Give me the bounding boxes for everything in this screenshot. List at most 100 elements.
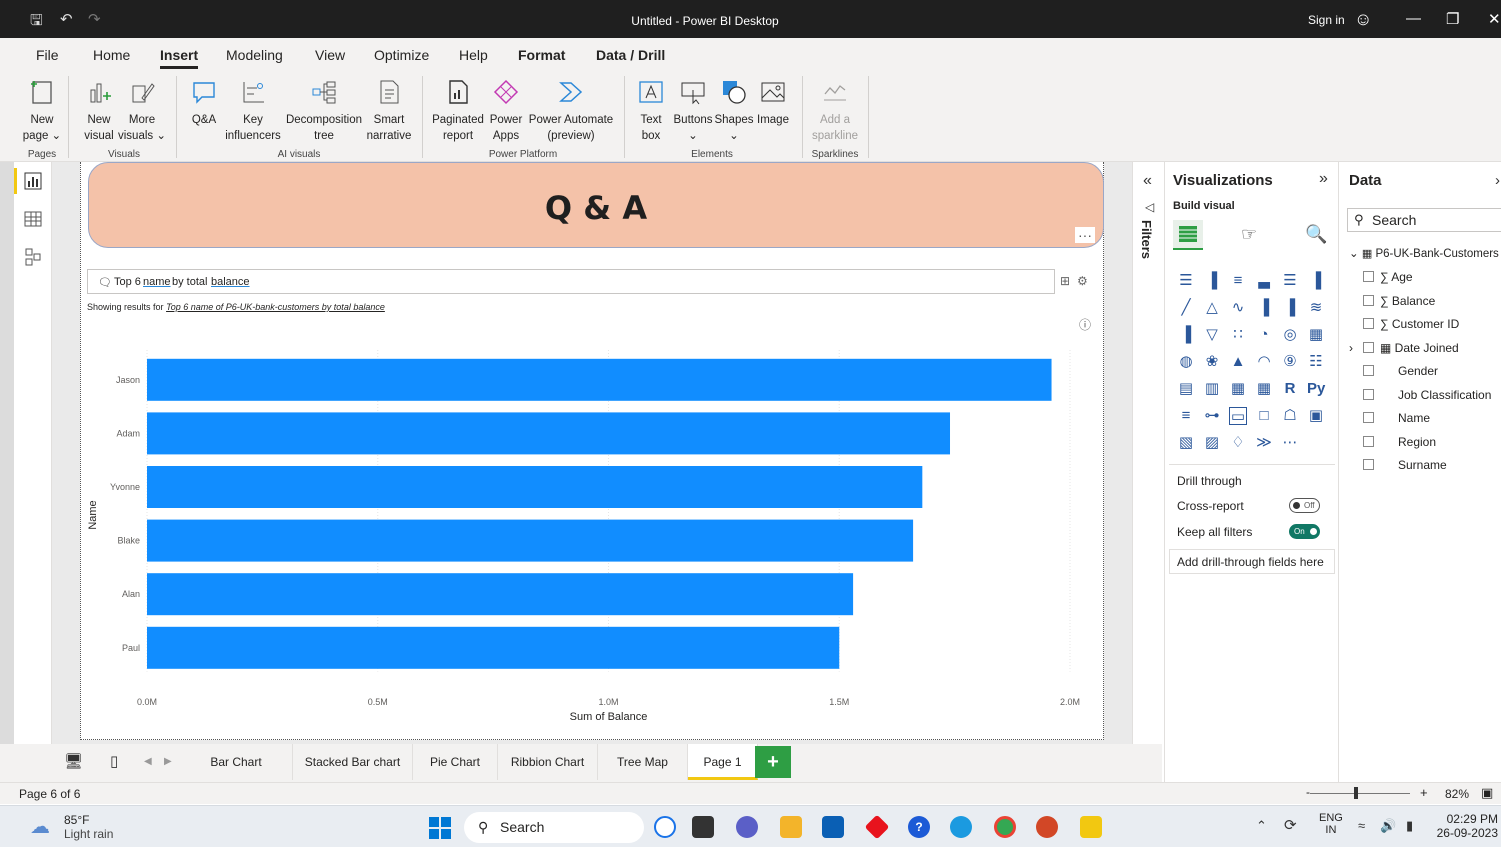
visual-type-icon[interactable]: ▦ [1307,326,1325,344]
visual-type-icon[interactable]: ▨ [1203,434,1221,452]
chrome-icon[interactable] [994,816,1016,838]
cross-report-toggle[interactable]: Off [1289,498,1320,513]
battery-icon[interactable]: ▮ [1406,818,1413,834]
visual-type-icon[interactable]: ♢ [1229,434,1247,452]
menu-home[interactable]: Home [93,47,130,63]
more-visuals-button[interactable]: More visuals ⌄ [118,78,166,144]
bar[interactable] [147,466,923,508]
minimize-icon[interactable]: — [1406,10,1421,27]
page-tab[interactable]: Pie Chart [413,744,498,780]
page-tab[interactable]: Bar Chart [180,744,293,780]
wifi-icon[interactable]: ≈ [1358,818,1365,833]
prev-page-icon[interactable]: ◀ [144,756,152,767]
field-checkbox[interactable] [1363,412,1374,423]
field-item[interactable]: › ▦ Date Joined [1349,341,1459,355]
visual-type-icon[interactable]: □ [1255,407,1273,425]
task-view-icon[interactable] [692,816,714,838]
title-banner[interactable]: Q & A ··· [88,162,1104,248]
visual-type-icon[interactable]: ≡ [1229,272,1247,290]
page-tab[interactable]: Ribbion Chart [498,744,598,780]
visual-type-icon[interactable]: ⑨ [1281,353,1299,371]
taskbar-search[interactable]: ⚲ Search [464,812,644,843]
zoom-in-icon[interactable]: + [1420,785,1428,800]
bar-chart[interactable]: 0.0M 0.5M 1.0M 1.5M 2.0M Jason Adam Yvonne Blake… [84,330,1098,730]
visual-type-icon[interactable]: ∿ [1229,299,1247,317]
visual-type-icon[interactable]: ▦ [1255,380,1273,398]
field-item[interactable]: Surname [1363,458,1447,472]
visual-type-icon[interactable]: ⊶ [1203,407,1221,425]
visual-type-icon[interactable]: ☷ [1307,353,1325,371]
format-visual-icon[interactable]: ☞ [1241,224,1257,245]
store-icon[interactable] [822,816,844,838]
clock[interactable]: 02:29 PM 26-09-2023 [1434,812,1498,840]
visual-type-icon[interactable]: ▐ [1281,299,1299,317]
language-indicator[interactable]: ENG IN [1319,812,1343,836]
visual-type-icon[interactable]: ▐ [1177,326,1195,344]
bar[interactable] [147,626,840,669]
field-checkbox[interactable] [1363,459,1374,470]
add-sparkline-button[interactable]: Add a sparkline [808,78,862,144]
field-checkbox[interactable] [1363,341,1374,353]
menu-data-drill[interactable]: Data / Drill [596,47,665,63]
field-item[interactable]: Region [1363,435,1436,449]
drill-through-well[interactable]: Add drill-through fields here [1169,549,1335,574]
visual-type-icon[interactable]: ❀ [1203,353,1221,371]
visual-type-icon[interactable]: ▦ [1229,380,1247,398]
visual-type-icon[interactable]: ≫ [1255,434,1273,452]
visual-type-icon[interactable]: ◠ [1255,353,1273,371]
page-tab[interactable]: Stacked Bar chart [293,744,413,780]
add-page-button[interactable]: + [755,746,791,778]
visual-type-icon[interactable]: ☰ [1281,272,1299,290]
close-icon[interactable]: ✕ [1488,10,1501,28]
field-checkbox[interactable] [1363,294,1374,306]
turn-into-visual-icon[interactable]: ⊞ [1060,274,1070,288]
zoom-slider[interactable] [1310,793,1410,794]
field-item[interactable]: ∑ Balance [1363,294,1435,308]
shapes-button[interactable]: Shapes ⌄ [714,78,754,144]
build-visual-tab[interactable] [1173,220,1203,250]
menu-optimize[interactable]: Optimize [374,47,429,63]
buttons-button[interactable]: Buttons ⌄ [672,78,714,144]
fit-page-icon[interactable]: ▣ [1481,785,1493,801]
volume-icon[interactable]: 🔊 [1380,818,1396,834]
next-page-icon[interactable]: ▶ [164,756,172,767]
field-item[interactable]: ∑ Age [1363,270,1413,284]
page-tab[interactable]: Tree Map [598,744,688,780]
smart-narrative-button[interactable]: Smart narrative [366,78,412,144]
field-checkbox[interactable] [1363,365,1374,376]
visual-type-icon[interactable]: ⋯ [1281,434,1299,452]
new-visual-button[interactable]: New visual [82,78,116,144]
filters-pane-collapsed[interactable]: « ◁ Filters [1132,162,1164,744]
visual-type-icon[interactable]: ☰ [1177,272,1195,290]
expand-filters-icon[interactable]: « [1143,172,1152,190]
visual-type-icon[interactable]: R [1281,380,1299,398]
menu-insert[interactable]: Insert [160,47,199,69]
field-item[interactable]: ∑ Customer ID [1363,317,1459,331]
bar[interactable] [147,519,914,562]
visual-type-icon[interactable]: ▭ [1229,407,1247,425]
power-automate-button[interactable]: Power Automate (preview) [526,78,616,144]
menu-modeling[interactable]: Modeling [226,47,283,63]
text-box-button[interactable]: Text box [632,78,670,144]
field-checkbox[interactable] [1363,435,1374,447]
visual-type-icon[interactable]: ≋ [1307,299,1325,317]
page-tab[interactable]: Page 1 [688,744,758,780]
menu-format[interactable]: Format [518,47,565,63]
bar[interactable] [147,358,1052,401]
field-item[interactable]: Job Classification [1363,388,1491,402]
visual-type-icon[interactable]: ◍ [1177,353,1195,371]
account-icon[interactable]: ☺ [1354,9,1372,30]
qa-question-input[interactable]: 🗨 Top 6 name by total balance [87,269,1055,294]
field-checkbox[interactable] [1363,271,1374,282]
powerpoint-icon[interactable] [1036,816,1058,838]
field-checkbox[interactable] [1363,388,1374,400]
app-red-icon[interactable] [864,814,890,840]
visual-type-icon[interactable]: ▥ [1203,380,1221,398]
decomposition-tree-button[interactable]: Decomposition tree [284,78,364,144]
visual-type-icon[interactable]: ∷ [1229,326,1247,344]
menu-help[interactable]: Help [459,47,488,63]
visual-type-icon[interactable]: ▐ [1255,299,1273,317]
menu-view[interactable]: View [315,47,345,63]
file-explorer-icon[interactable] [780,816,802,838]
sync-icon[interactable]: ⟳ [1284,816,1297,834]
